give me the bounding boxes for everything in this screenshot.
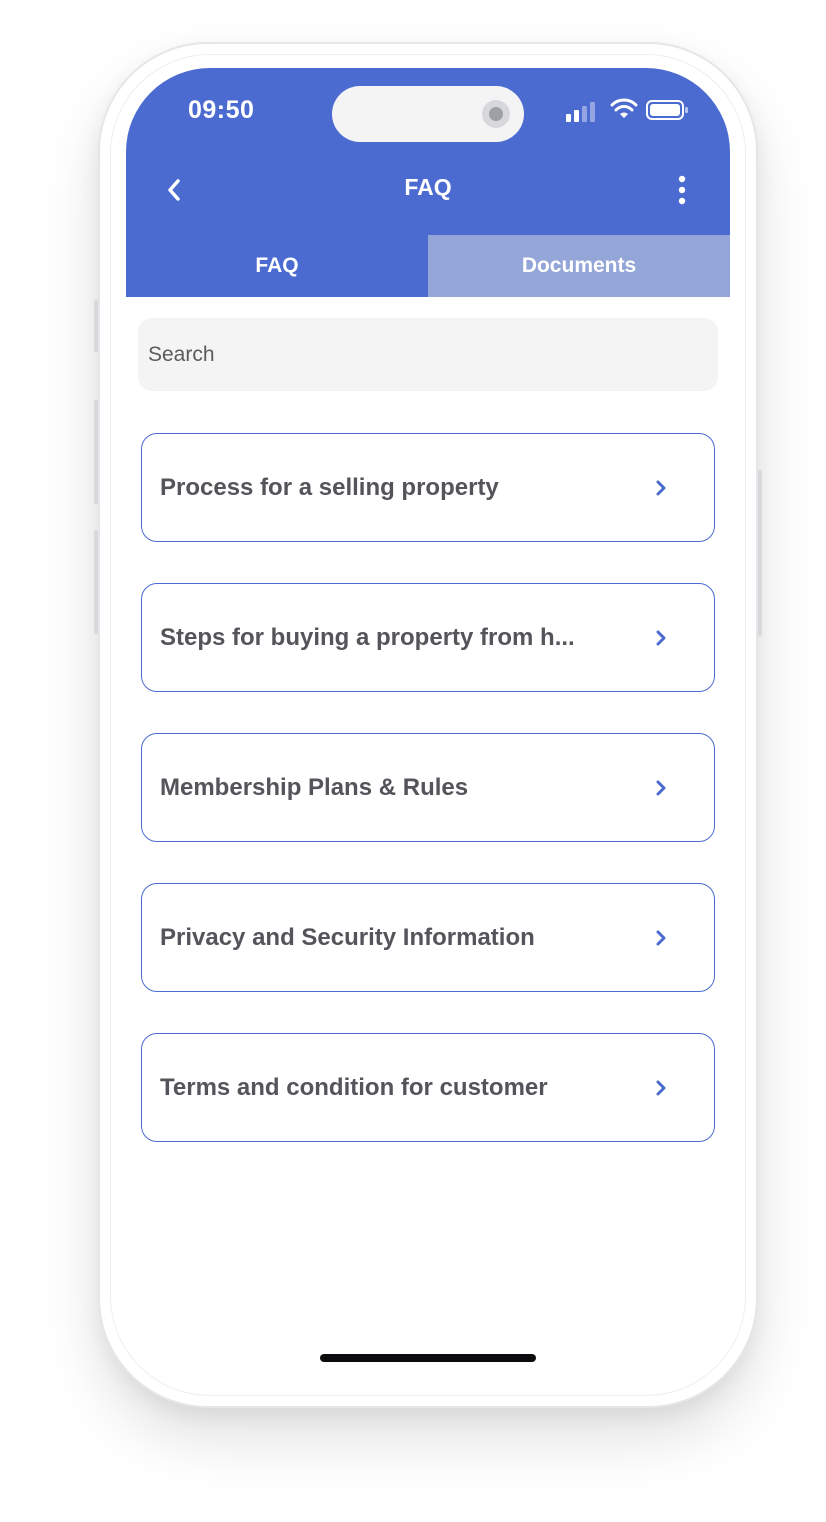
faq-item-privacy-security[interactable]: Privacy and Security Information: [141, 883, 715, 992]
faq-item-membership-plans[interactable]: Membership Plans & Rules: [141, 733, 715, 842]
tab-bar: FAQ Documents: [126, 235, 730, 297]
search-input[interactable]: [138, 318, 718, 391]
faq-item-label: Membership Plans & Rules: [160, 773, 469, 801]
device-stage: 09:50 FAQ FAQ Documents Search Process f…: [0, 0, 826, 1522]
faq-item-terms-conditions[interactable]: Terms and condition for customer: [141, 1033, 715, 1142]
chevron-right-icon: [652, 479, 670, 497]
app-header: 09:50 FAQ FAQ Documents: [126, 68, 730, 297]
page-title: FAQ: [404, 174, 452, 200]
faq-item-buying-steps[interactable]: Steps for buying a property from h...: [141, 583, 715, 692]
tab-documents[interactable]: Documents: [428, 235, 730, 297]
signal-bar: [582, 106, 587, 122]
home-indicator[interactable]: [320, 1354, 536, 1362]
more-vertical-icon: [678, 175, 686, 205]
faq-item-label: Process for a selling property: [160, 473, 499, 501]
power-button: [758, 470, 762, 636]
tab-faq[interactable]: FAQ: [126, 235, 428, 297]
battery-icon: [646, 100, 688, 120]
faq-item-selling-process[interactable]: Process for a selling property: [141, 433, 715, 542]
dynamic-island: [332, 86, 524, 142]
signal-bar: [590, 102, 595, 122]
search-box: [138, 318, 718, 391]
chevron-right-icon: [652, 629, 670, 647]
signal-bar: [574, 110, 579, 122]
camera-icon: [482, 100, 510, 128]
faq-item-label: Steps for buying a property from h...: [160, 623, 575, 651]
faq-item-label: Terms and condition for customer: [160, 1073, 548, 1101]
app-screen: 09:50 FAQ FAQ Documents Search Process f…: [126, 68, 730, 1390]
chevron-right-icon: [652, 1079, 670, 1097]
status-icons: [566, 98, 696, 122]
cellular-signal-icon: [566, 114, 571, 122]
wifi-icon: [610, 98, 638, 118]
status-time: 09:50: [188, 96, 255, 124]
chevron-right-icon: [652, 779, 670, 797]
faq-item-label: Privacy and Security Information: [160, 923, 535, 951]
more-options-button[interactable]: [666, 172, 698, 208]
chevron-right-icon: [652, 929, 670, 947]
faq-list: Process for a selling property Steps for…: [141, 433, 715, 1183]
